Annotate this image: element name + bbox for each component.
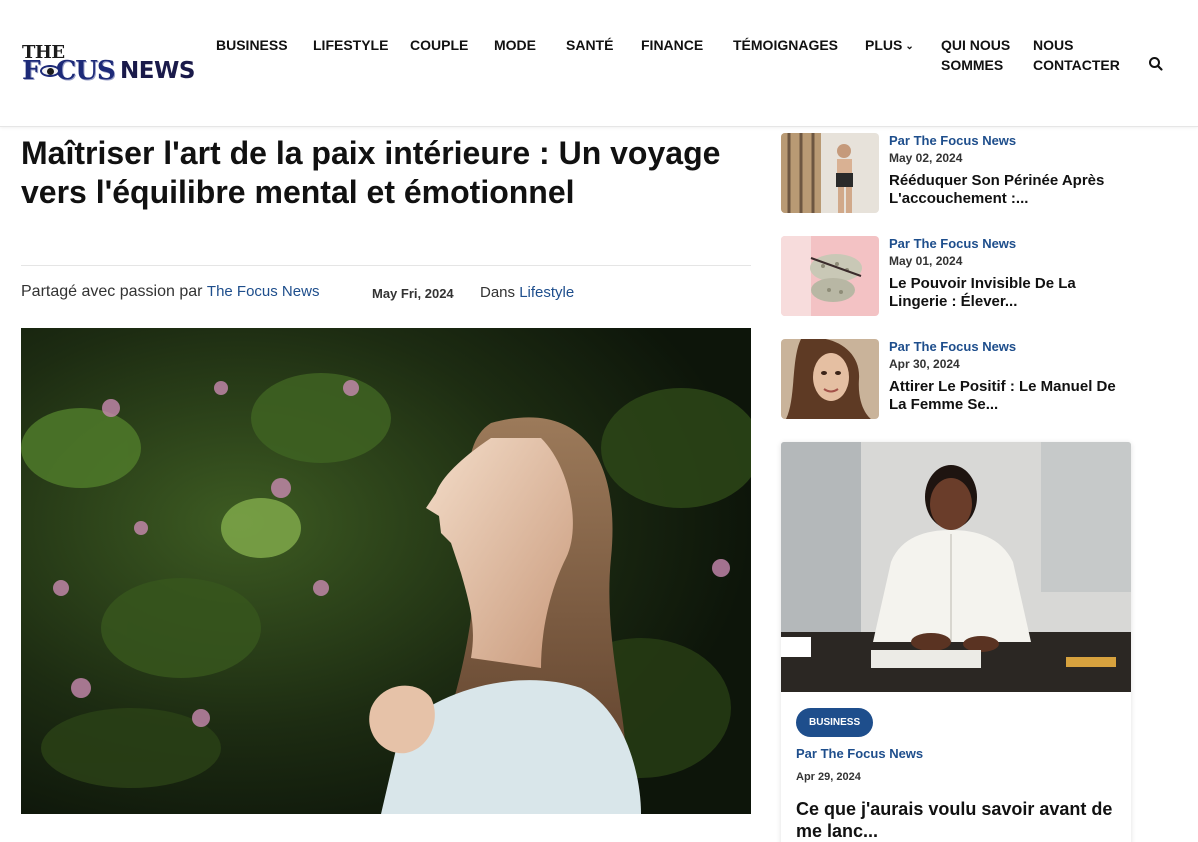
sidebar-post-date: May 02, 2024	[889, 151, 963, 165]
nav-nous-contacter[interactable]: NOUS CONTACTER	[1033, 35, 1128, 75]
featured-post-date: Apr 29, 2024	[796, 771, 861, 783]
article-title: Maîtriser l'art de la paix intérieure : …	[21, 135, 721, 210]
featured-post-card[interactable]: BUSINESS Par The Focus News Apr 29, 2024…	[781, 442, 1131, 842]
sidebar-post-date: Apr 30, 2024	[889, 357, 960, 371]
sidebar-post-thumbnail[interactable]	[781, 236, 879, 316]
article-category: Dans Lifestyle	[480, 284, 574, 301]
nav-mode[interactable]: MODE	[494, 35, 536, 55]
sidebar-post-thumbnail[interactable]	[781, 133, 879, 213]
sidebar-post-author[interactable]: Par The Focus News	[889, 339, 1129, 355]
nav-plus-label: PLUS	[865, 37, 903, 53]
logo-text-focus: F CUS	[22, 56, 116, 86]
nav-sante[interactable]: SANTÉ	[566, 35, 613, 55]
sidebar-post-3[interactable]: Par The Focus News Apr 30, 2024 Attirer …	[781, 339, 1141, 421]
nav-qui-nous-sommes[interactable]: QUI NOUS SOMMES	[941, 35, 1011, 75]
category-link[interactable]: Lifestyle	[519, 284, 574, 301]
sidebar-post-author[interactable]: Par The Focus News	[889, 236, 1129, 252]
sidebar-post-thumbnail[interactable]	[781, 339, 879, 419]
site-logo[interactable]: THE F CUS NEWS	[22, 42, 202, 90]
category-prefix: Dans	[480, 284, 516, 301]
nav-plus-dropdown[interactable]: PLUS ⌄	[865, 35, 914, 57]
article-byline: Partagé avec passion par The Focus News …	[21, 283, 751, 301]
sidebar-post-date: May 01, 2024	[889, 254, 963, 268]
sidebar-post-title[interactable]: Attirer Le Positif : Le Manuel De La Fem…	[889, 378, 1129, 414]
search-icon[interactable]	[1147, 55, 1165, 73]
sidebar-post-text: Par The Focus News Apr 30, 2024 Attirer …	[889, 339, 1129, 414]
title-divider	[21, 265, 751, 266]
featured-post-image[interactable]	[781, 442, 1131, 692]
byline-prefix: Partagé avec passion par	[21, 283, 203, 300]
nav-business[interactable]: BUSINESS	[216, 35, 288, 55]
sidebar-post-1[interactable]: Par The Focus News May 02, 2024 Rééduque…	[781, 133, 1141, 215]
sidebar-post-text: Par The Focus News May 01, 2024 Le Pouvo…	[889, 236, 1129, 311]
logo-eye-icon	[40, 65, 60, 77]
nav-couple[interactable]: COUPLE	[410, 35, 468, 55]
article-hero-image	[21, 328, 751, 814]
category-badge[interactable]: BUSINESS	[796, 708, 874, 737]
nav-finance[interactable]: FINANCE	[641, 35, 703, 55]
sidebar-post-2[interactable]: Par The Focus News May 01, 2024 Le Pouvo…	[781, 236, 1141, 318]
sidebar-post-title[interactable]: Rééduquer Son Périnée Après L'accoucheme…	[889, 172, 1129, 208]
logo-text-news: NEWS	[120, 58, 195, 84]
featured-post-title[interactable]: Ce que j'aurais voulu savoir avant de me…	[796, 798, 1116, 842]
site-header: THE F CUS NEWS BUSINESS LIFESTYLE COUPLE…	[0, 0, 1198, 127]
featured-post-author[interactable]: Par The Focus News	[796, 746, 923, 761]
nav-lifestyle[interactable]: LIFESTYLE	[313, 35, 388, 55]
sidebar-post-title[interactable]: Le Pouvoir Invisible De La Lingerie : Él…	[889, 275, 1129, 311]
sidebar-post-author[interactable]: Par The Focus News	[889, 133, 1129, 149]
chevron-down-icon: ⌄	[905, 41, 914, 52]
nav-temoignages[interactable]: TÉMOIGNAGES	[733, 35, 838, 55]
article-date: May Fri, 2024	[372, 286, 454, 301]
sidebar-post-text: Par The Focus News May 02, 2024 Rééduque…	[889, 133, 1129, 208]
author-link[interactable]: The Focus News	[207, 283, 320, 300]
